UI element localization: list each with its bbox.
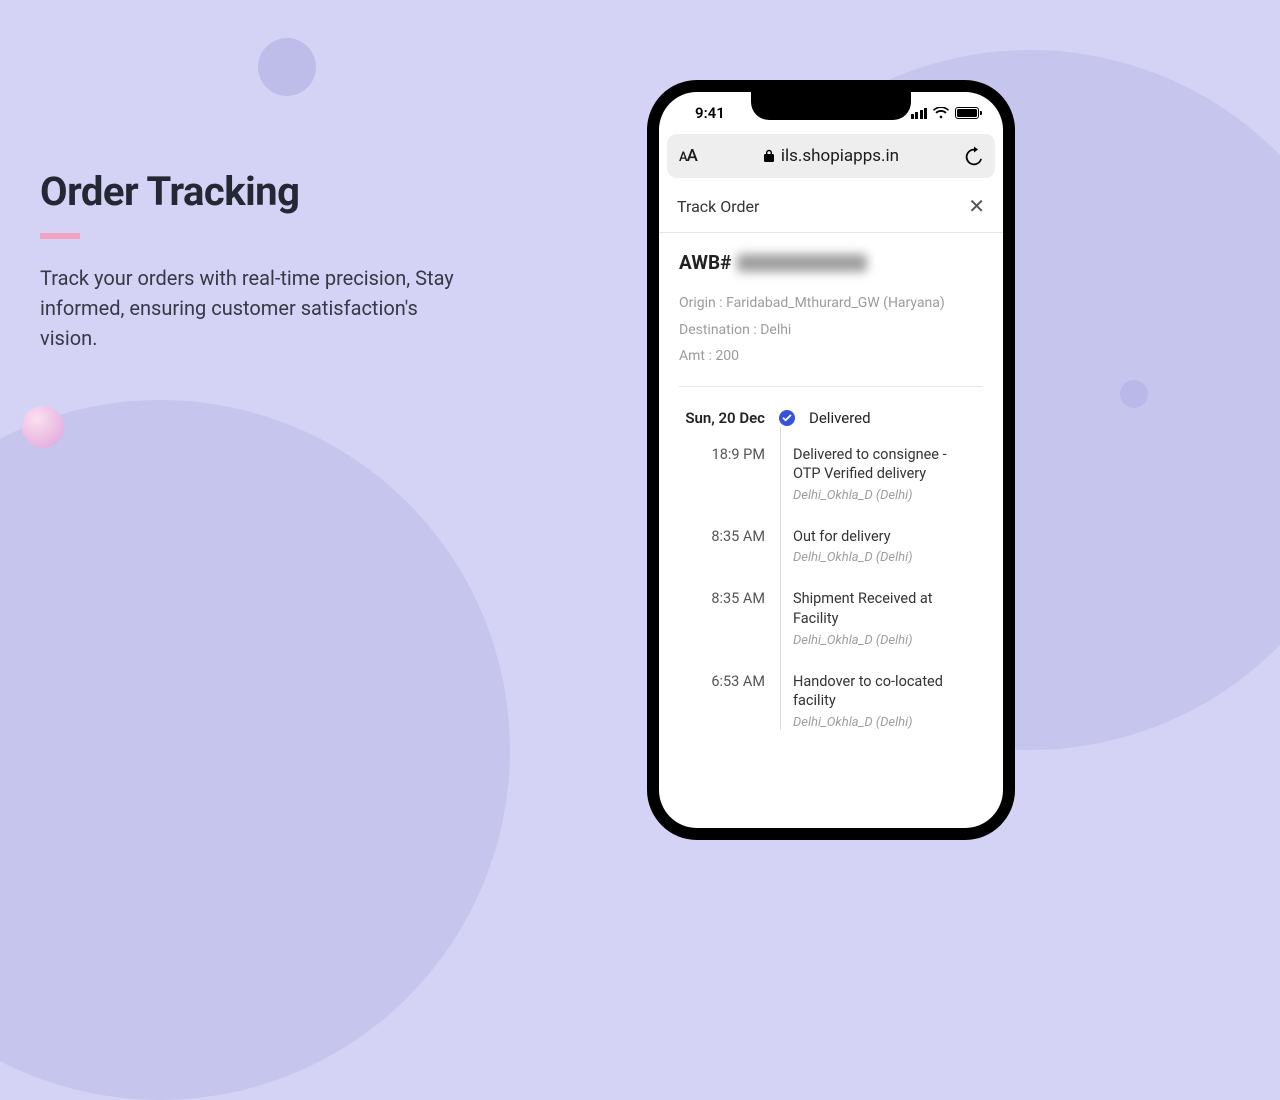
phone-frame: 9:41 AA ils.shopiapps.in <box>647 80 1015 840</box>
wifi-icon <box>933 107 949 119</box>
origin-text: Origin : Faridabad_Mthurard_GW (Haryana) <box>679 290 983 317</box>
decor-circle <box>258 38 316 96</box>
page-desc: Track your orders with real-time precisi… <box>40 263 460 353</box>
event-loc: Delhi_Okhla_D (Delhi) <box>793 550 977 565</box>
shipment-meta: Origin : Faridabad_Mthurard_GW (Haryana)… <box>679 290 983 370</box>
modal-header: Track Order ✕ <box>659 178 1003 233</box>
event-time: 8:35 AM <box>679 527 765 566</box>
awb-blurred <box>737 254 867 272</box>
text-size-button[interactable]: AA <box>679 146 697 166</box>
destination-text: Destination : Delhi <box>679 317 983 344</box>
event-loc: Delhi_Okhla_D (Delhi) <box>793 715 977 730</box>
timeline-event: 18:9 PM Delivered to consignee - OTP Ver… <box>679 445 983 503</box>
timeline-day-header: Sun, 20 Dec Delivered <box>679 409 983 427</box>
hero-text: Order Tracking Track your orders with re… <box>40 168 460 353</box>
divider <box>679 386 983 387</box>
browser-url-bar[interactable]: AA ils.shopiapps.in <box>667 134 995 178</box>
timeline-event: 8:35 AM Shipment Received at Facility De… <box>679 589 983 647</box>
battery-icon <box>955 107 979 119</box>
reload-icon[interactable] <box>965 146 983 166</box>
event-title: Shipment Received at Facility <box>793 589 977 628</box>
event-time: 6:53 AM <box>679 672 765 730</box>
amount-text: Amt : 200 <box>679 343 983 370</box>
event-title: Out for delivery <box>793 527 977 547</box>
timeline-event: 8:35 AM Out for delivery Delhi_Okhla_D (… <box>679 527 983 566</box>
event-title: Delivered to consignee - OTP Verified de… <box>793 445 977 484</box>
event-loc: Delhi_Okhla_D (Delhi) <box>793 633 977 648</box>
close-icon[interactable]: ✕ <box>968 196 985 216</box>
event-title: Handover to co-located facility <box>793 672 977 711</box>
phone-screen: 9:41 AA ils.shopiapps.in <box>659 92 1003 828</box>
event-loc: Delhi_Okhla_D (Delhi) <box>793 488 977 503</box>
status-time: 9:41 <box>695 104 725 122</box>
decor-circle <box>22 406 64 448</box>
accent-bar <box>40 233 80 239</box>
day-date: Sun, 20 Dec <box>679 409 765 427</box>
url-domain: ils.shopiapps.in <box>781 146 899 166</box>
day-status: Delivered <box>809 409 871 427</box>
event-time: 18:9 PM <box>679 445 765 503</box>
awb-number: AWB# <box>679 251 983 274</box>
decor-circle <box>0 400 510 1100</box>
timeline: Sun, 20 Dec Delivered 18:9 PM Delivered … <box>679 409 983 730</box>
decor-circle <box>1120 380 1148 408</box>
page-title: Order Tracking <box>40 168 460 215</box>
event-time: 8:35 AM <box>679 589 765 647</box>
modal-title: Track Order <box>677 197 759 216</box>
phone-notch <box>751 92 911 120</box>
timeline-event: 6:53 AM Handover to co-located facility … <box>679 672 983 730</box>
signal-icon <box>911 108 928 119</box>
lock-icon <box>763 149 775 163</box>
check-icon <box>779 410 795 426</box>
